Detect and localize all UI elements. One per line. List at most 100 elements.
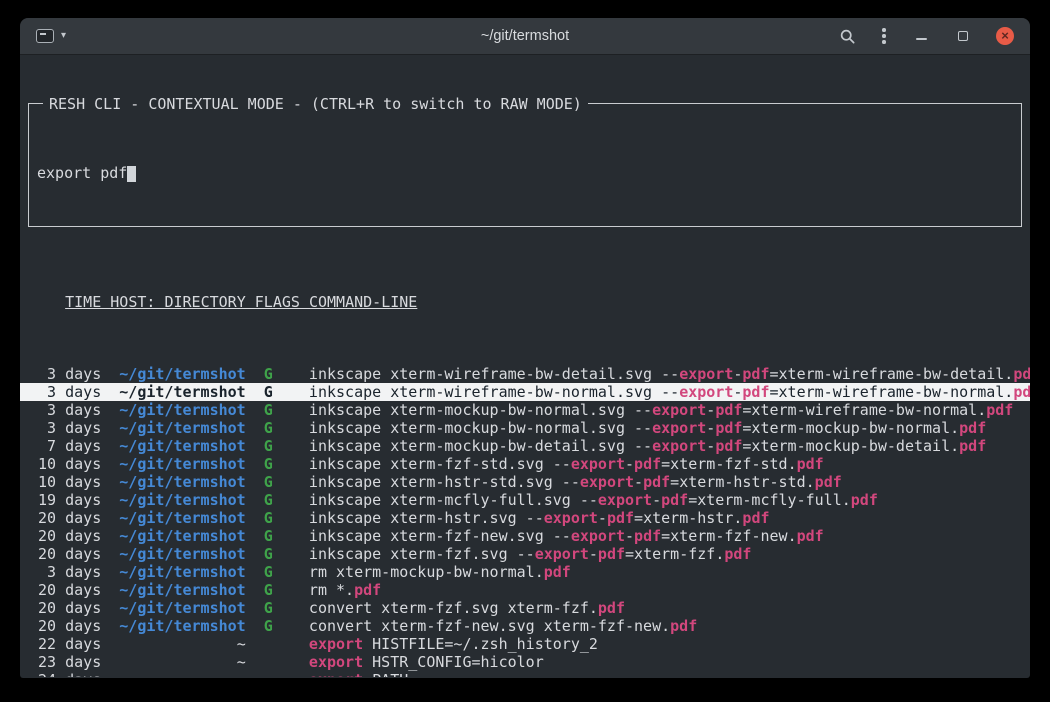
row-flags: G bbox=[255, 491, 300, 509]
row-time: 3 days bbox=[29, 401, 101, 419]
row-time: 20 days bbox=[29, 581, 101, 599]
row-flags: G bbox=[255, 581, 300, 599]
history-row[interactable]: 3 days ~/git/termshot G inkscape xterm-w… bbox=[20, 365, 1030, 383]
row-time: 10 days bbox=[29, 455, 101, 473]
row-host-directory: ~/git/termshot bbox=[110, 563, 245, 581]
titlebar: ▾ ~/git/termshot × bbox=[20, 18, 1030, 55]
row-flags: G bbox=[255, 401, 300, 419]
table-header: TIME HOST: DIRECTORY FLAGS COMMAND-LINE bbox=[20, 293, 1030, 311]
history-row[interactable]: 3 days ~/git/termshot G inkscape xterm-m… bbox=[20, 419, 1030, 437]
row-command: inkscape xterm-mcfly-full.svg --export-p… bbox=[309, 491, 878, 509]
search-input[interactable]: export pdf bbox=[37, 164, 1013, 182]
row-command: rm *.pdf bbox=[309, 581, 381, 599]
history-row[interactable]: 7 days ~/git/termshot G inkscape xterm-m… bbox=[20, 437, 1030, 455]
titlebar-right: × bbox=[838, 27, 1030, 45]
row-command: inkscape xterm-fzf.svg --export-pdf=xter… bbox=[309, 545, 752, 563]
row-flags: G bbox=[255, 383, 300, 401]
row-host-directory: ~/git/termshot bbox=[110, 509, 245, 527]
search-query-text: export pdf bbox=[37, 164, 127, 182]
row-flags: G bbox=[255, 563, 300, 581]
row-command: convert xterm-fzf-new.svg xterm-fzf-new.… bbox=[309, 617, 697, 635]
row-time: 20 days bbox=[29, 527, 101, 545]
row-flags: G bbox=[255, 437, 300, 455]
row-flags: G bbox=[255, 455, 300, 473]
row-time: 3 days bbox=[29, 419, 101, 437]
history-row[interactable]: 20 days ~/git/termshot G inkscape xterm-… bbox=[20, 545, 1030, 563]
minimize-button[interactable] bbox=[912, 27, 930, 45]
row-host-directory: ~/git/termshot bbox=[110, 599, 245, 617]
history-row[interactable]: 24 days ~ export PATH bbox=[20, 671, 1030, 677]
titlebar-left: ▾ bbox=[20, 29, 66, 43]
terminal-icon bbox=[36, 29, 54, 43]
history-row[interactable]: 10 days ~/git/termshot G inkscape xterm-… bbox=[20, 455, 1030, 473]
row-host-directory: ~/git/termshot bbox=[110, 401, 245, 419]
row-command: export HISTFILE=~/.zsh_history_2 bbox=[309, 635, 598, 653]
text-cursor-icon bbox=[127, 166, 136, 182]
close-button[interactable]: × bbox=[996, 27, 1014, 45]
row-flags: G bbox=[255, 545, 300, 563]
history-row[interactable]: 10 days ~/git/termshot G inkscape xterm-… bbox=[20, 473, 1030, 491]
row-command: inkscape xterm-hstr-std.svg --export-pdf… bbox=[309, 473, 842, 491]
table-header-lead bbox=[29, 293, 65, 311]
row-host-directory: ~/git/termshot bbox=[110, 581, 245, 599]
new-terminal-button[interactable]: ▾ bbox=[36, 29, 66, 43]
row-flags: G bbox=[255, 509, 300, 527]
search-box-title: RESH CLI - CONTEXTUAL MODE - (CTRL+R to … bbox=[43, 95, 588, 113]
row-command: inkscape xterm-fzf-new.svg --export-pdf=… bbox=[309, 527, 824, 545]
row-command: export HSTR_CONFIG=hicolor bbox=[309, 653, 544, 671]
history-row[interactable]: 22 days ~ export HISTFILE=~/.zsh_history… bbox=[20, 635, 1030, 653]
row-time: 7 days bbox=[29, 437, 101, 455]
terminal-window: ▾ ~/git/termshot × RESH CLI - CONTEXTUAL… bbox=[20, 18, 1030, 678]
search-icon[interactable] bbox=[838, 27, 856, 45]
history-row-selected[interactable]: 3 days ~/git/termshot G inkscape xterm-w… bbox=[20, 383, 1030, 401]
history-row[interactable]: 3 days ~/git/termshot G rm xterm-mockup-… bbox=[20, 563, 1030, 581]
history-row[interactable]: 20 days ~/git/termshot G convert xterm-f… bbox=[20, 599, 1030, 617]
row-time: 24 days bbox=[29, 671, 101, 677]
history-row[interactable]: 3 days ~/git/termshot G inkscape xterm-m… bbox=[20, 401, 1030, 419]
row-host-directory: ~ bbox=[110, 671, 245, 677]
row-command: convert xterm-fzf.svg xterm-fzf.pdf bbox=[309, 599, 625, 617]
row-command: export PATH bbox=[309, 671, 408, 677]
table-header-columns: TIME HOST: DIRECTORY FLAGS COMMAND-LINE bbox=[65, 293, 417, 311]
row-host-directory: ~ bbox=[110, 653, 245, 671]
row-time: 23 days bbox=[29, 653, 101, 671]
row-host-directory: ~/git/termshot bbox=[110, 545, 245, 563]
row-flags: G bbox=[255, 527, 300, 545]
row-time: 3 days bbox=[29, 383, 101, 401]
restore-button[interactable] bbox=[954, 27, 972, 45]
search-box[interactable]: RESH CLI - CONTEXTUAL MODE - (CTRL+R to … bbox=[28, 103, 1022, 227]
row-time: 19 days bbox=[29, 491, 101, 509]
row-host-directory: ~/git/termshot bbox=[110, 473, 245, 491]
row-command: inkscape xterm-mockup-bw-normal.svg --ex… bbox=[309, 419, 986, 437]
history-row[interactable]: 20 days ~/git/termshot G inkscape xterm-… bbox=[20, 527, 1030, 545]
history-row[interactable]: 23 days ~ export HSTR_CONFIG=hicolor bbox=[20, 653, 1030, 671]
row-command: rm xterm-mockup-bw-normal.pdf bbox=[309, 563, 571, 581]
row-host-directory: ~/git/termshot bbox=[110, 455, 245, 473]
history-row[interactable]: 20 days ~/git/termshot G inkscape xterm-… bbox=[20, 509, 1030, 527]
window-title: ~/git/termshot bbox=[481, 28, 569, 44]
row-command: inkscape xterm-fzf-std.svg --export-pdf=… bbox=[309, 455, 824, 473]
row-time: 20 days bbox=[29, 617, 101, 635]
row-host-directory: ~ bbox=[110, 635, 245, 653]
row-host-directory: ~/git/termshot bbox=[110, 383, 245, 401]
history-row[interactable]: 20 days ~/git/termshot G convert xterm-f… bbox=[20, 617, 1030, 635]
history-row[interactable]: 20 days ~/git/termshot G rm *.pdf bbox=[20, 581, 1030, 599]
row-command: inkscape xterm-hstr.svg --export-pdf=xte… bbox=[309, 509, 770, 527]
row-command: inkscape xterm-wireframe-bw-detail.svg -… bbox=[309, 365, 1030, 383]
history-list: 3 days ~/git/termshot G inkscape xterm-w… bbox=[20, 365, 1030, 677]
row-host-directory: ~/git/termshot bbox=[110, 491, 245, 509]
row-command: inkscape xterm-wireframe-bw-normal.svg -… bbox=[309, 383, 1030, 401]
row-host-directory: ~/git/termshot bbox=[110, 437, 245, 455]
row-host-directory: ~/git/termshot bbox=[110, 365, 245, 383]
row-flags: G bbox=[255, 473, 300, 491]
row-host-directory: ~/git/termshot bbox=[110, 419, 245, 437]
history-row[interactable]: 19 days ~/git/termshot G inkscape xterm-… bbox=[20, 491, 1030, 509]
row-time: 3 days bbox=[29, 365, 101, 383]
row-time: 20 days bbox=[29, 599, 101, 617]
row-time: 20 days bbox=[29, 509, 101, 527]
menu-kebab-icon[interactable] bbox=[880, 27, 888, 45]
row-time: 3 days bbox=[29, 563, 101, 581]
row-time: 10 days bbox=[29, 473, 101, 491]
row-host-directory: ~/git/termshot bbox=[110, 527, 245, 545]
row-flags: G bbox=[255, 617, 300, 635]
